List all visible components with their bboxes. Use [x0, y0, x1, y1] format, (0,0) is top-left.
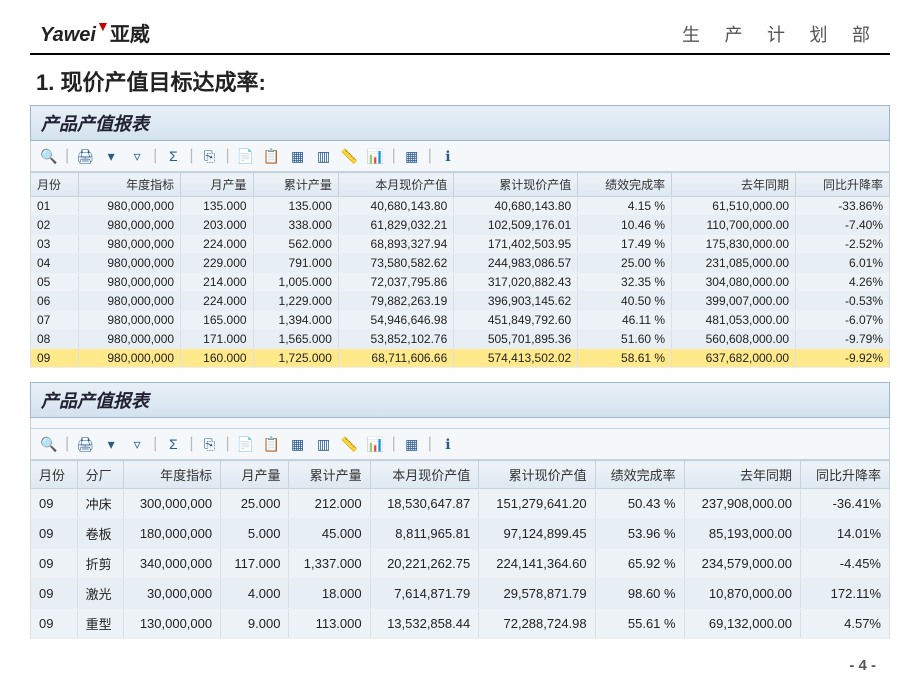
cols-icon[interactable]: ▥ [314, 147, 334, 165]
brand-logo: Yawei▼亚威 [40, 18, 150, 47]
table-row[interactable]: 09980,000,000160.0001,725.00068,711,606.… [31, 349, 890, 368]
col-header: 分厂 [77, 461, 124, 489]
toolbar-1: 🔍|🖨▾▿|Σ|⎘|📄📋▦▥📏📊|▦|ℹ [30, 141, 890, 172]
sum-icon[interactable]: Σ [163, 147, 183, 165]
doc-icon[interactable]: 📄 [236, 435, 256, 453]
cols-icon[interactable]: ▥ [314, 435, 334, 453]
table-row[interactable]: 09冲床300,000,00025.000212.00018,530,647.8… [31, 489, 890, 519]
table-row[interactable]: 01980,000,000135.000135.00040,680,143.80… [31, 197, 890, 216]
ruler-icon[interactable]: 📏 [340, 435, 360, 453]
info-icon[interactable]: ℹ [438, 435, 458, 453]
department-label: 生 产 计 划 部 [682, 21, 880, 47]
print-icon[interactable]: 🖨 [75, 147, 95, 165]
col-header: 绩效完成率 [595, 461, 684, 489]
col-header: 年度指标 [124, 461, 221, 489]
col-header: 去年同期 [684, 461, 800, 489]
paste-icon[interactable]: 📋 [262, 435, 282, 453]
table-icon[interactable]: ▦ [402, 147, 422, 165]
table-row[interactable]: 02980,000,000203.000338.00061,829,032.21… [31, 216, 890, 235]
paste-icon[interactable]: 📋 [262, 147, 282, 165]
filter-asc-icon[interactable]: ▾ [101, 435, 121, 453]
chart-icon[interactable]: 📊 [366, 435, 386, 453]
table-row[interactable]: 09激光30,000,0004.00018.0007,614,871.7929,… [31, 579, 890, 609]
filter-icon[interactable]: ▿ [127, 435, 147, 453]
col-header: 本月现价产值 [370, 461, 479, 489]
table-by-plant: 月份分厂年度指标月产量累计产量本月现价产值累计现价产值绩效完成率去年同期同比升降… [30, 460, 890, 639]
col-header: 年度指标 [78, 173, 181, 197]
layout-icon[interactable]: ▦ [288, 147, 308, 165]
sum-icon[interactable]: Σ [163, 435, 183, 453]
col-header: 月产量 [181, 173, 253, 197]
col-header: 同比升降率 [796, 173, 890, 197]
copy-icon[interactable]: ⎘ [199, 147, 219, 165]
col-header: 月份 [31, 173, 79, 197]
col-header: 月份 [31, 461, 78, 489]
table-monthly: 月份年度指标月产量累计产量本月现价产值累计现价产值绩效完成率去年同期同比升降率 … [30, 172, 890, 368]
table-row[interactable]: 03980,000,000224.000562.00068,893,327.94… [31, 235, 890, 254]
col-header: 去年同期 [672, 173, 796, 197]
col-header: 累计现价产值 [454, 173, 578, 197]
header: Yawei▼亚威 生 产 计 划 部 [30, 18, 890, 53]
search-icon[interactable]: 🔍 [39, 147, 59, 165]
table-row[interactable]: 07980,000,000165.0001,394.00054,946,646.… [31, 311, 890, 330]
panel-title-1: 产品产值报表 [30, 105, 890, 141]
col-header: 本月现价产值 [338, 173, 453, 197]
filter-asc-icon[interactable]: ▾ [101, 147, 121, 165]
chart-icon[interactable]: 📊 [366, 147, 386, 165]
col-header: 累计现价产值 [479, 461, 595, 489]
table-row[interactable]: 09折剪340,000,000117.0001,337.00020,221,26… [31, 549, 890, 579]
toolbar-2: 🔍|🖨▾▿|Σ|⎘|📄📋▦▥📏📊|▦|ℹ [30, 429, 890, 460]
table-row[interactable]: 05980,000,000214.0001,005.00072,037,795.… [31, 273, 890, 292]
ruler-icon[interactable]: 📏 [340, 147, 360, 165]
divider [30, 53, 890, 55]
table-row[interactable]: 04980,000,000229.000791.00073,580,582.62… [31, 254, 890, 273]
table-row[interactable]: 09卷板180,000,0005.00045.0008,811,965.8197… [31, 519, 890, 549]
col-header: 同比升降率 [801, 461, 890, 489]
table-row[interactable]: 09重型130,000,0009.000113.00013,532,858.44… [31, 609, 890, 639]
copy-icon[interactable]: ⎘ [199, 435, 219, 453]
table-row[interactable]: 08980,000,000171.0001,565.00053,852,102.… [31, 330, 890, 349]
page-number: - 4 - [849, 657, 876, 674]
col-header: 累计产量 [253, 173, 338, 197]
section-title: 1. 现价产值目标达成率: [36, 65, 890, 97]
panel-title-2: 产品产值报表 [30, 382, 890, 418]
col-header: 累计产量 [289, 461, 370, 489]
doc-icon[interactable]: 📄 [236, 147, 256, 165]
col-header: 绩效完成率 [578, 173, 672, 197]
filter-icon[interactable]: ▿ [127, 147, 147, 165]
col-header: 月产量 [221, 461, 289, 489]
layout-icon[interactable]: ▦ [288, 435, 308, 453]
print-icon[interactable]: 🖨 [75, 435, 95, 453]
table-row[interactable]: 06980,000,000224.0001,229.00079,882,263.… [31, 292, 890, 311]
info-icon[interactable]: ℹ [438, 147, 458, 165]
search-icon[interactable]: 🔍 [39, 435, 59, 453]
table-icon[interactable]: ▦ [402, 435, 422, 453]
